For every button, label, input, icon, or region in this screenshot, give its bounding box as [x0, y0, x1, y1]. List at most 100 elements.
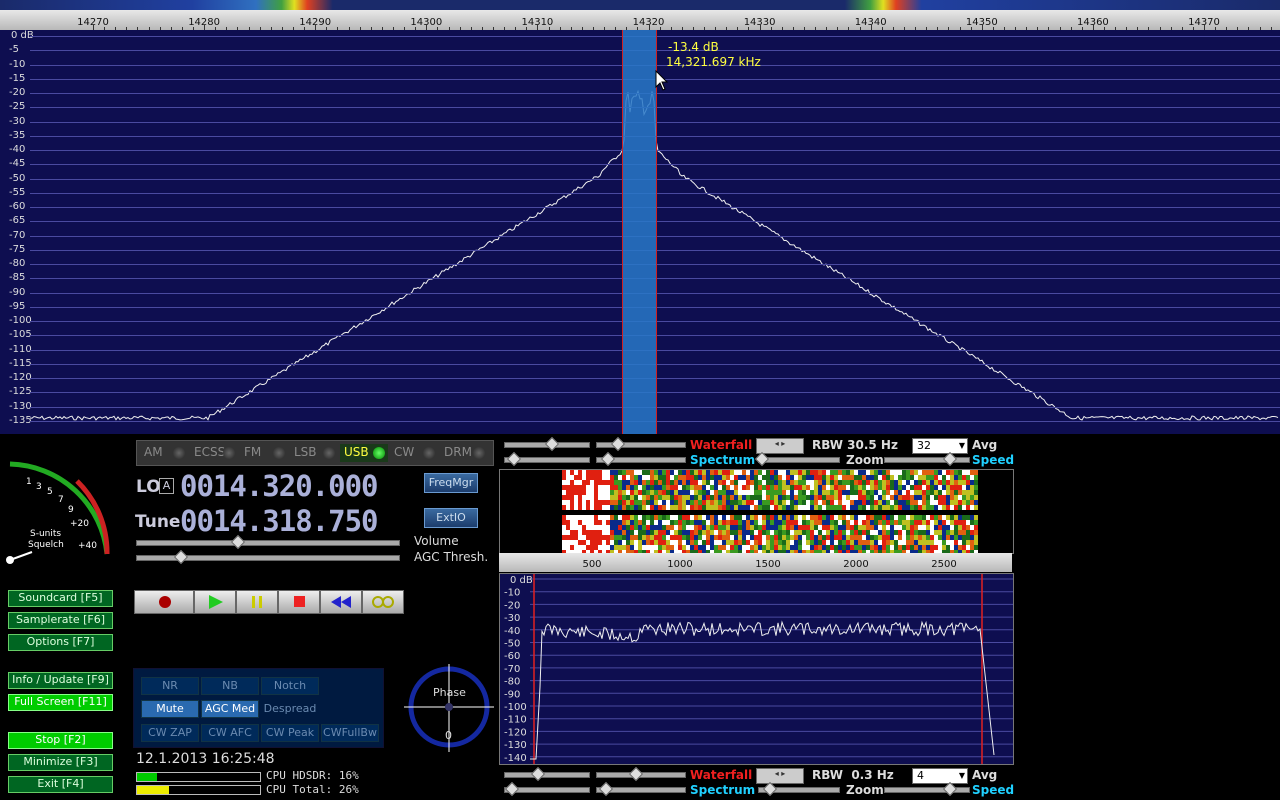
- rewind-button[interactable]: [320, 590, 362, 614]
- waterfall-cell: [690, 470, 694, 475]
- waterfall-cell: [674, 495, 678, 500]
- waterfall-cell: [746, 495, 750, 500]
- mode-button-lsb[interactable]: LSB: [290, 444, 338, 462]
- waterfall-cell: [946, 525, 950, 530]
- waterfall-cell: [850, 540, 854, 545]
- frequency-ruler[interactable]: 14270 14280 14290 14300 14310 14320 14330 14340…: [0, 10, 1280, 31]
- waterfall-cell: [922, 525, 926, 530]
- waterfall-cell: [738, 480, 742, 485]
- mode-button-usb[interactable]: USB: [340, 444, 388, 462]
- record-button[interactable]: [134, 590, 194, 614]
- cw-afc-button[interactable]: CW AFC: [201, 724, 259, 742]
- mode-button-ecss[interactable]: ECSS: [190, 444, 238, 462]
- cw-peak-button[interactable]: CW Peak: [261, 724, 319, 742]
- avg2-dropdown[interactable]: 4 ▼: [912, 768, 968, 784]
- pause-button[interactable]: [236, 590, 278, 614]
- waterfall-cell: [894, 475, 898, 480]
- af2-waterfall-slider-2[interactable]: [596, 766, 686, 782]
- waterfall-cell: [574, 500, 578, 505]
- waterfall-cell: [846, 480, 850, 485]
- waterfall-cell: [922, 535, 926, 540]
- stop-playback-button[interactable]: [278, 590, 320, 614]
- waterfall-cell: [766, 545, 770, 550]
- waterfall-cell: [966, 535, 970, 540]
- nr-button[interactable]: NR: [141, 677, 199, 695]
- af-waterfall[interactable]: [499, 469, 1014, 554]
- info-update-button[interactable]: Info / Update [F9]: [8, 672, 113, 689]
- mode-button-fm[interactable]: FM: [240, 444, 288, 462]
- options-button[interactable]: Options [F7]: [8, 634, 113, 651]
- minimize-button[interactable]: Minimize [F3]: [8, 754, 113, 771]
- tune-frequency-display[interactable]: 0014.318.750: [180, 504, 379, 538]
- waterfall-cell: [826, 525, 830, 530]
- waterfall-cell: [838, 470, 842, 475]
- waterfall-cell: [954, 475, 958, 480]
- waterfall-cell: [822, 525, 826, 530]
- agc-threshold-label: AGC Thresh.: [414, 550, 489, 564]
- waterfall-cell: [610, 470, 614, 475]
- lo-frequency-display[interactable]: 0014.320.000: [180, 469, 379, 503]
- waterfall-cell: [810, 535, 814, 540]
- waterfall-cell: [846, 515, 850, 520]
- waterfall-cell: [738, 490, 742, 495]
- nb-button[interactable]: NB: [201, 677, 259, 695]
- waterfall-cell: [882, 500, 886, 505]
- cw-fullbw-button[interactable]: CWFullBw: [321, 724, 379, 742]
- speed-slider[interactable]: [884, 451, 970, 467]
- despread-button[interactable]: Despread: [261, 700, 319, 718]
- freqmgr-button[interactable]: FreqMgr: [424, 473, 478, 493]
- waterfall-cell: [618, 525, 622, 530]
- waterfall-cell: [746, 470, 750, 475]
- waterfall-cell: [654, 485, 658, 490]
- waterfall-cell: [902, 525, 906, 530]
- af-frequency-axis[interactable]: 500 1000 1500 2000 2500: [499, 553, 1012, 572]
- stop-button[interactable]: Stop [F2]: [8, 732, 113, 749]
- mode-button-drm[interactable]: DRM: [440, 444, 488, 462]
- af2-spectrum-slider-2[interactable]: [596, 781, 686, 797]
- notch-button[interactable]: Notch: [261, 677, 319, 695]
- waterfall-cell: [690, 485, 694, 490]
- cw-zap-button[interactable]: CW ZAP: [141, 724, 199, 742]
- loop-button[interactable]: [362, 590, 404, 614]
- mode-button-label: FM: [244, 445, 262, 459]
- volume-slider[interactable]: [136, 534, 400, 550]
- af-spectrum-slider-1[interactable]: [504, 451, 590, 467]
- play-button[interactable]: [194, 590, 236, 614]
- af-waterfall-slider-1[interactable]: [504, 436, 590, 452]
- waterfall-cell: [566, 515, 570, 520]
- rbw-stepper[interactable]: ◂ ▸: [756, 438, 804, 454]
- overview-waterfall-strip[interactable]: [0, 0, 1280, 10]
- agc-button[interactable]: AGC Med: [201, 700, 259, 718]
- soundcard-button[interactable]: Soundcard [F5]: [8, 590, 113, 607]
- mode-button-cw[interactable]: CW: [390, 444, 438, 462]
- zoom2-slider[interactable]: [758, 781, 840, 797]
- waterfall-cell: [886, 480, 890, 485]
- waterfall-cell: [662, 535, 666, 540]
- filter-passband[interactable]: [622, 30, 657, 434]
- mode-button-am[interactable]: AM: [140, 444, 188, 462]
- af-waterfall-slider-2[interactable]: [596, 436, 686, 452]
- af2-spectrum-slider-1[interactable]: [504, 781, 590, 797]
- full-screen-button[interactable]: Full Screen [F11]: [8, 694, 113, 711]
- rbw2-stepper[interactable]: ◂ ▸: [756, 768, 804, 784]
- waterfall-cell: [686, 535, 690, 540]
- lo-lock-badge[interactable]: A: [159, 478, 174, 494]
- af-spectrum[interactable]: 0 dB -10 -20 -30 -40 -50 -60 -70 -80 -90 -100 -110-…: [499, 573, 1014, 765]
- waterfall-cell: [942, 485, 946, 490]
- waterfall-cell: [954, 485, 958, 490]
- exit-button[interactable]: Exit [F4]: [8, 776, 113, 793]
- af-spectrum-slider-2[interactable]: [596, 451, 686, 467]
- speed2-slider[interactable]: [884, 781, 970, 797]
- avg-dropdown[interactable]: 32 ▼: [912, 438, 968, 454]
- waterfall-cell: [766, 470, 770, 475]
- mute-button[interactable]: Mute: [141, 700, 199, 718]
- zoom-slider[interactable]: [754, 451, 840, 467]
- extio-button[interactable]: ExtIO: [424, 508, 478, 528]
- af2-waterfall-slider-1[interactable]: [504, 766, 590, 782]
- waterfall-cell: [890, 545, 894, 550]
- agc-threshold-slider[interactable]: [136, 549, 400, 565]
- waterfall-cell: [894, 500, 898, 505]
- s-label: 3: [36, 482, 42, 492]
- samplerate-button[interactable]: Samplerate [F6]: [8, 612, 113, 629]
- waterfall-cell: [806, 535, 810, 540]
